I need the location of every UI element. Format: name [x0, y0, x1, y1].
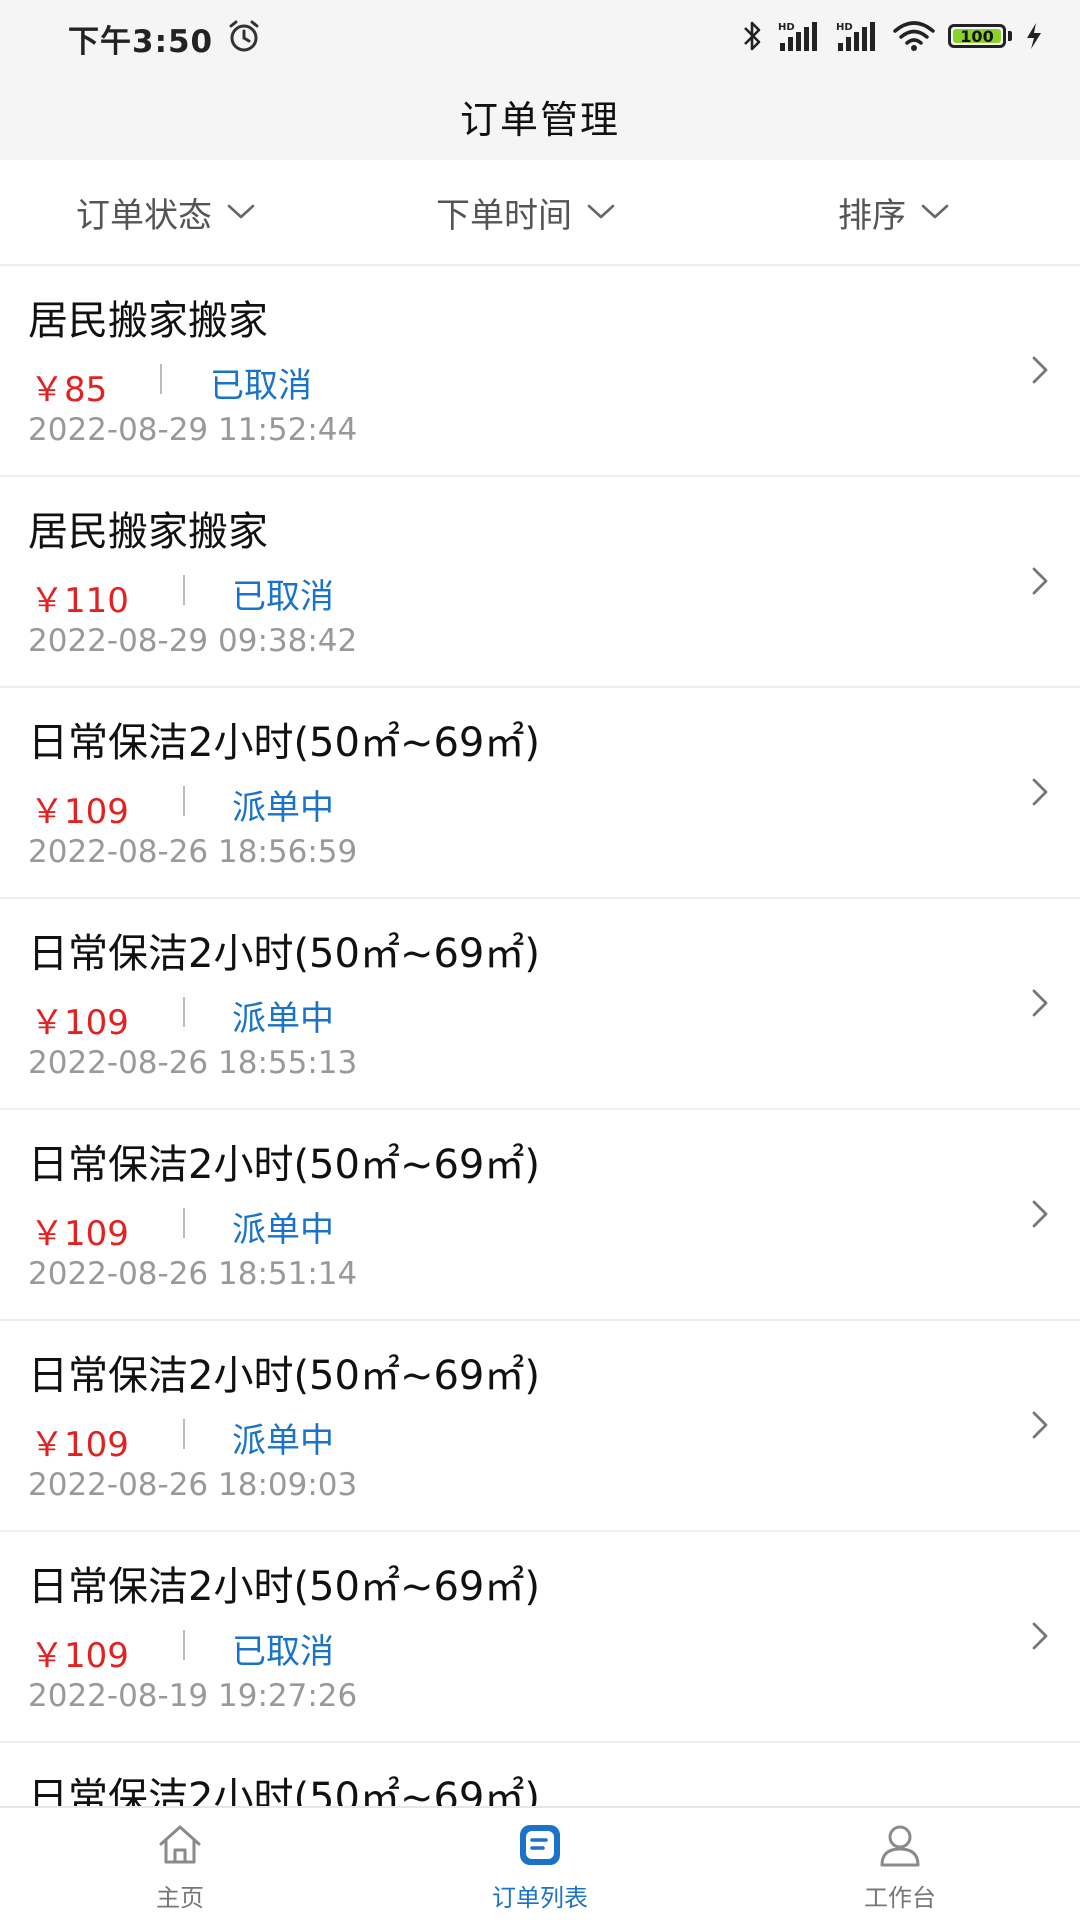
order-price: ￥109: [30, 1003, 129, 1043]
order-time: 2022-08-26 18:56:59: [28, 834, 358, 870]
filter-label: 排序: [838, 195, 906, 236]
user-icon: [880, 1825, 920, 1867]
filter-order-time[interactable]: 下单时间: [436, 160, 616, 264]
order-price: ￥110: [30, 581, 129, 621]
order-time: 2022-08-29 11:52:44: [28, 412, 358, 448]
divider: [183, 1208, 185, 1238]
battery-icon: 100: [948, 24, 1006, 48]
order-title: 居民搬家搬家: [28, 298, 268, 344]
chevron-right-icon: [1032, 778, 1048, 806]
chevron-right-icon: [1032, 1411, 1048, 1439]
order-list-icon: [520, 1825, 560, 1865]
divider: [183, 575, 185, 605]
tab-home[interactable]: 主页: [80, 1808, 280, 1920]
nav-bar: 订单管理: [0, 72, 1080, 160]
status-time: 下午3:50: [68, 24, 214, 60]
bluetooth-icon: [744, 21, 761, 51]
order-list-item[interactable]: 日常保洁2小时(50㎡~69㎡): [0, 1743, 1080, 1806]
filter-bar: 订单状态 下单时间 排序: [0, 160, 1080, 266]
charging-icon: [1027, 23, 1041, 49]
battery-level: 100: [960, 26, 994, 46]
chevron-right-icon: [1032, 989, 1048, 1017]
order-title: 居民搬家搬家: [28, 509, 268, 555]
order-list: 居民搬家搬家 ￥85 已取消 2022-08-29 11:52:44 居民搬家搬…: [0, 266, 1080, 1806]
order-list-item[interactable]: 日常保洁2小时(50㎡~69㎡) ￥109 派单中 2022-08-26 18:…: [0, 1321, 1080, 1532]
order-list-item[interactable]: 居民搬家搬家 ￥110 已取消 2022-08-29 09:38:42: [0, 477, 1080, 688]
order-price: ￥109: [30, 792, 129, 832]
tab-label: 工作台: [864, 1884, 936, 1912]
order-title: 日常保洁2小时(50㎡~69㎡): [28, 1142, 540, 1188]
order-time: 2022-08-19 19:27:26: [28, 1678, 358, 1714]
filter-sort[interactable]: 排序: [838, 160, 950, 264]
status-bar: 下午3:50 HD HD 100: [0, 0, 1080, 72]
alarm-icon: [229, 20, 259, 52]
order-title: 日常保洁2小时(50㎡~69㎡): [28, 931, 540, 977]
svg-text:HD: HD: [836, 22, 853, 33]
divider: [183, 1630, 185, 1660]
order-time: 2022-08-29 09:38:42: [28, 623, 358, 659]
hd-signal-icon: HD: [836, 22, 875, 51]
order-title: 日常保洁2小时(50㎡~69㎡): [28, 720, 540, 766]
order-time: 2022-08-26 18:55:13: [28, 1045, 358, 1081]
order-status: 派单中: [232, 999, 334, 1039]
order-title: 日常保洁2小时(50㎡~69㎡): [28, 1775, 540, 1806]
status-icons: HD HD 100: [740, 18, 1044, 54]
order-time: 2022-08-26 18:09:03: [28, 1467, 358, 1503]
wifi-icon: [893, 21, 935, 51]
order-status: 已取消: [210, 366, 312, 406]
order-price: ￥109: [30, 1425, 129, 1465]
tab-label: 主页: [156, 1884, 204, 1912]
order-list-item[interactable]: 日常保洁2小时(50㎡~69㎡) ￥109 派单中 2022-08-26 18:…: [0, 899, 1080, 1110]
chevron-down-icon: [921, 204, 949, 219]
order-price: ￥109: [30, 1214, 129, 1254]
tab-workbench[interactable]: 工作台: [800, 1808, 1000, 1920]
divider: [183, 1419, 185, 1449]
chevron-down-icon: [587, 204, 615, 219]
tab-bar: 主页 订单列表 工作台: [0, 1806, 1080, 1920]
divider: [183, 786, 185, 816]
order-title: 日常保洁2小时(50㎡~69㎡): [28, 1564, 540, 1610]
order-title: 日常保洁2小时(50㎡~69㎡): [28, 1353, 540, 1399]
page-title: 订单管理: [459, 97, 620, 142]
order-status: 已取消: [232, 1632, 334, 1672]
chevron-right-icon: [1032, 567, 1048, 595]
home-icon: [159, 1825, 201, 1864]
order-list-item[interactable]: 日常保洁2小时(50㎡~69㎡) ￥109 派单中 2022-08-26 18:…: [0, 1110, 1080, 1321]
order-time: 2022-08-26 18:51:14: [28, 1256, 358, 1292]
filter-order-status[interactable]: 订单状态: [76, 160, 256, 264]
chevron-down-icon: [227, 204, 255, 219]
order-status: 派单中: [232, 1210, 334, 1250]
chevron-right-icon: [1032, 1622, 1048, 1650]
chevron-right-icon: [1032, 1200, 1048, 1228]
tab-label: 订单列表: [492, 1884, 588, 1912]
divider: [183, 997, 185, 1027]
divider: [160, 364, 162, 394]
chevron-right-icon: [1032, 356, 1048, 384]
svg-text:HD: HD: [778, 22, 795, 33]
battery-cap: [1008, 31, 1012, 41]
filter-label: 订单状态: [76, 195, 212, 236]
order-list-item[interactable]: 居民搬家搬家 ￥85 已取消 2022-08-29 11:52:44: [0, 266, 1080, 477]
filter-label: 下单时间: [436, 195, 572, 236]
order-list-item[interactable]: 日常保洁2小时(50㎡~69㎡) ￥109 已取消 2022-08-19 19:…: [0, 1532, 1080, 1743]
order-status: 已取消: [232, 577, 334, 617]
order-status: 派单中: [232, 1421, 334, 1461]
hd-signal-icon: HD: [778, 22, 817, 51]
tab-order-list[interactable]: 订单列表: [440, 1808, 640, 1920]
order-status: 派单中: [232, 788, 334, 828]
order-price: ￥85: [30, 370, 108, 410]
order-price: ￥109: [30, 1636, 129, 1676]
order-list-item[interactable]: 日常保洁2小时(50㎡~69㎡) ￥109 派单中 2022-08-26 18:…: [0, 688, 1080, 899]
